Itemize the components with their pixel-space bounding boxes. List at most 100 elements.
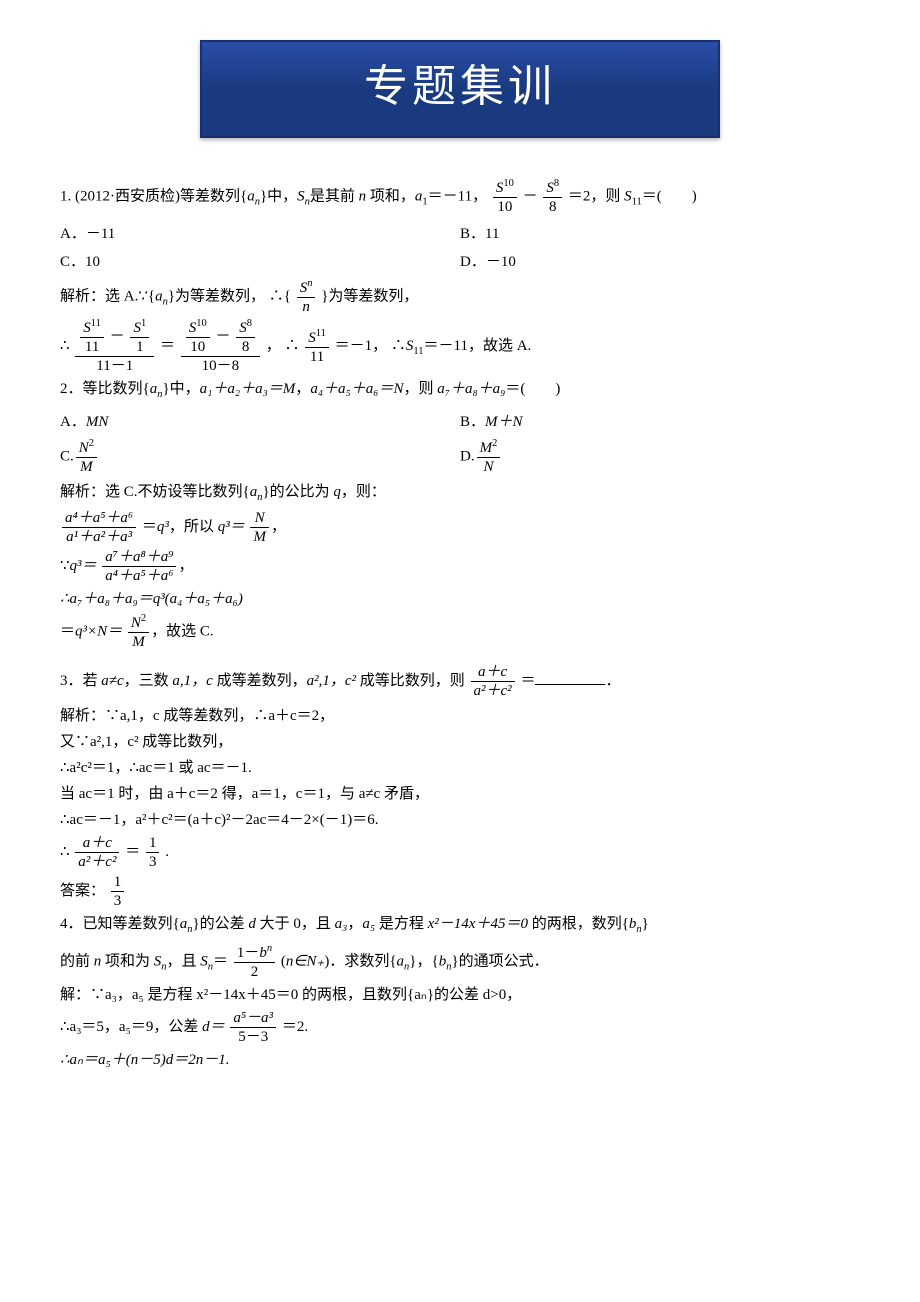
q2b-l: B． [460,414,485,430]
q3-c3: a²,1，c² [307,673,356,689]
q4-sol-3: ∴aₙ＝a₅＋(n－5)d＝2n－1. [60,1048,860,1072]
q3-sol-6: ∴ a＋ca²＋c² ＝ 13 . [60,834,860,871]
q2d-ns: 2 [492,438,497,449]
q2c-d: M [76,458,97,476]
q3-blank [535,669,605,685]
q2c-ns: 2 [89,438,94,449]
q1s2-d2: 10－8 [181,357,260,375]
q1s-fsup: n [307,278,312,289]
q4-sol-2: ∴a₃＝5，a₅＝9，公差 d＝ a⁵－a³5－3 ＝2. [60,1009,860,1046]
q4s2-n: a⁵－a³ [230,1009,276,1028]
q1s2-S11s: 11 [413,346,423,357]
q3-sol-3: ∴a²c²＝1，∴ac＝1 或 ac＝－1. [60,756,860,780]
q1-choice-b: B．11 [460,222,860,246]
q1s2-tail: ＝－11，故选 A. [424,338,532,354]
q2s3-tail: ， [178,558,193,574]
q3s6-n: a＋c [75,834,119,853]
q3-answer: 答案： 13 [60,873,860,910]
q4-sol-1: 解：∵a₃，a₅ 是方程 x²－14x＋45＝0 的两根，且数列{aₙ}的公差 … [60,983,860,1007]
q1-f2n: S [546,180,554,196]
q4-a3: a₃ [335,916,348,932]
q2s3-q3: q³＝ [70,558,97,574]
q2s2-q3: q³ [157,519,169,535]
q1s-mid1: }为等差数列， ∴{ [168,289,291,305]
q4s2-pre: ∴a₃＝5，a₅＝9，公差 [60,1019,202,1035]
q2-sol-5: ＝q³×N＝ N2M，故选 C. [60,613,860,651]
q1s2-f4as: 8 [247,318,252,329]
q1-Sn: S [297,189,305,205]
q4l2-eq: ＝ [213,953,228,969]
q3a-pre: 答案： [60,883,105,899]
q2s5-d: M [128,633,149,651]
q1s2-f5s: 11 [316,328,326,339]
q1-mid2: 是其前 [310,189,359,205]
q4l2-pre: 的前 [60,953,94,969]
q2-p2: a₄＋a₅＋a₆＝N [310,381,403,397]
q1s-frac: Snn [297,278,316,316]
q1s2-f5d: 11 [305,348,329,366]
q1s2-mid3: ＝－1， ∴ [335,338,406,354]
q1-mid1: }中， [260,189,297,205]
q1-minus: － [523,189,538,205]
q1-eq1: ＝－11， [428,189,487,205]
q1s2-f1a: S [83,320,91,336]
q2s2-fd: M [250,528,269,546]
q1-tail: ＝( ) [642,189,697,205]
q2s2-fn: N [250,509,269,528]
q4l2-sn2: S [200,953,208,969]
q3-pre: 3．若 [60,673,101,689]
q4l2-t2: }，{ [409,953,438,969]
q1s2-f2b: 1 [130,338,149,356]
question-2: 2．等比数列{an}中，a₁＋a₂＋a₃＝M，a₄＋a₅＋a₆＝N，则 a₇＋a… [60,377,860,404]
q2s-mid1: }的公比为 [262,484,333,500]
question-3: 3．若 a≠c，三数 a,1，c 成等差数列，a²,1，c² 成等比数列，则 a… [60,663,860,700]
q4l2-m: 项和为 [101,953,154,969]
q1s2-f1as: 11 [91,318,101,329]
q3a-d: 3 [111,892,125,910]
q4l2-nin: n∈N₊ [286,953,325,969]
q3-m2: 成等差数列， [213,673,307,689]
q2-sol-1: 解析：选 C.不妨设等比数列{an}的公比为 q，则： [60,480,860,507]
q1-frac1: S1010 [493,178,517,216]
q2-p3: a₇＋a₈＋a₉ [437,381,505,397]
q2d-d: N [477,458,501,476]
q2-c1: ， [295,381,310,397]
q2s2-eq: ＝ [142,519,157,535]
q4l2-m2: ，且 [167,953,201,969]
question-4: 4．已知等差数列{an}的公差 d 大于 0，且 a₃，a₅ 是方程 x²－14… [60,912,860,939]
q1s2-f4a: S [239,320,247,336]
q2c-n: N [79,440,89,456]
q2-choice-c: C.N2M [60,438,460,476]
q4-m: }的公差 [192,916,248,932]
q1-S11-sub: 11 [632,197,642,208]
q1s2-big2: S1010 － S88 10－8 [181,318,260,375]
q3-sol-2: 又∵a²,1，c² 成等比数列， [60,730,860,754]
q2s-tail1: ，则： [341,484,386,500]
q3s6-rn: 1 [146,834,160,853]
q1-mid3: 项和， [366,189,415,205]
q3-fn: a＋c [471,663,515,682]
q2s2-mid: ，所以 [169,519,218,535]
q2s2-d: a¹＋a²＋a³ [62,528,136,546]
q3a-n: 1 [111,873,125,892]
q2s5-n: N [131,615,141,631]
q3-m1: ，三数 [124,673,173,689]
q2s3-d: a⁴＋a⁵＋a⁶ [102,567,176,585]
q2a-v: MN [86,414,109,430]
q1s2-m2: － [215,329,230,345]
q3s6-d: a²＋c² [75,853,119,871]
q2-sol-4: ∴a₇＋a₈＋a₉＝q³(a₄＋a₅＋a₆) [60,587,860,611]
q3-m3: 成等比数列，则 [356,673,465,689]
q2s2-tail: ， [271,519,286,535]
banner-title: 专题集训 [200,40,720,138]
q4l2-t3: }的通项公式． [451,953,548,969]
q4-cm: ， [347,916,362,932]
q3s6-pre: ∴ [60,844,70,860]
q1s2-m1: － [110,329,125,345]
q3-eq: ＝ [520,673,535,689]
q3-sol-4: 当 ac＝1 时，由 a＋c＝2 得，a＝1，c＝1，与 a≠c 矛盾， [60,782,860,806]
q3-fd: a²＋c² [471,682,515,700]
q2a-l: A． [60,414,86,430]
q4-m2: 大于 0，且 [256,916,335,932]
q4s2-d: d＝ [202,1019,225,1035]
